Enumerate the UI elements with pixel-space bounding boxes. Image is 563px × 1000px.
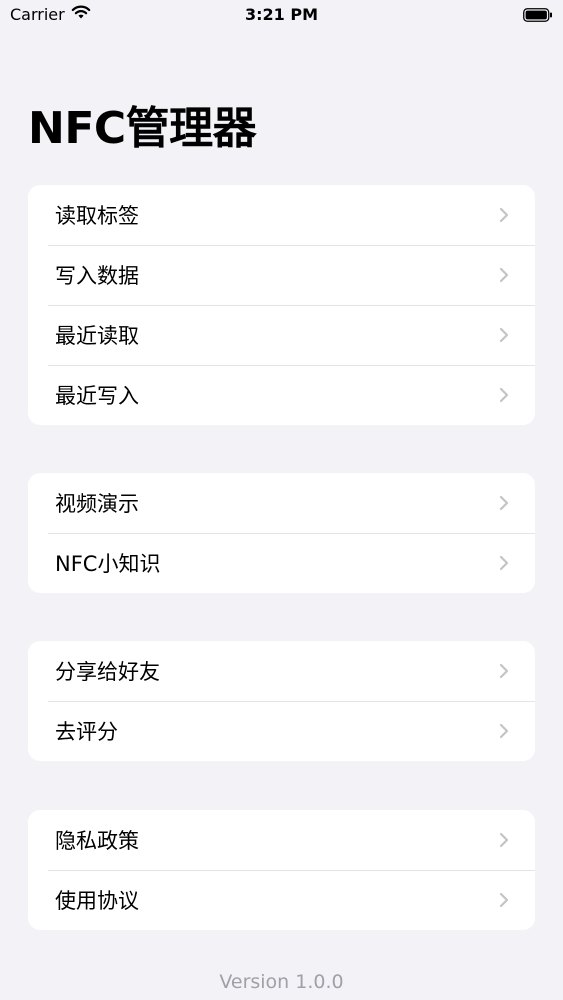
menu-item-recent-reads[interactable]: 最近读取 bbox=[28, 305, 535, 365]
version-label: Version 1.0.0 bbox=[219, 971, 344, 993]
chevron-right-icon bbox=[499, 723, 509, 739]
menu-item-label: 去评分 bbox=[55, 720, 118, 744]
menu-item-label: 分享给好友 bbox=[55, 660, 160, 684]
group-social: 分享给好友 去评分 bbox=[28, 641, 535, 761]
page-title: NFC管理器 bbox=[28, 103, 257, 154]
menu-item-write-data[interactable]: 写入数据 bbox=[28, 245, 535, 305]
chevron-right-icon bbox=[499, 207, 509, 223]
chevron-right-icon bbox=[499, 832, 509, 848]
menu-item-label: 使用协议 bbox=[55, 889, 139, 913]
group-legal: 隐私政策 使用协议 bbox=[28, 810, 535, 930]
chevron-right-icon bbox=[499, 892, 509, 908]
menu-item-label: 最近读取 bbox=[55, 324, 139, 348]
menu-item-terms-of-use[interactable]: 使用协议 bbox=[28, 870, 535, 930]
chevron-right-icon bbox=[499, 555, 509, 571]
chevron-right-icon bbox=[499, 267, 509, 283]
group-learn: 视频演示 NFC小知识 bbox=[28, 473, 535, 593]
chevron-right-icon bbox=[499, 327, 509, 343]
battery-icon bbox=[523, 7, 553, 22]
menu-item-video-demo[interactable]: 视频演示 bbox=[28, 473, 535, 533]
menu-item-share[interactable]: 分享给好友 bbox=[28, 641, 535, 701]
menu-item-read-tag[interactable]: 读取标签 bbox=[28, 185, 535, 245]
chevron-right-icon bbox=[499, 387, 509, 403]
menu-item-label: 读取标签 bbox=[55, 204, 139, 228]
menu-item-label: NFC小知识 bbox=[55, 552, 161, 576]
menu-item-rate[interactable]: 去评分 bbox=[28, 701, 535, 761]
menu-item-recent-writes[interactable]: 最近写入 bbox=[28, 365, 535, 425]
chevron-right-icon bbox=[499, 663, 509, 679]
chevron-right-icon bbox=[499, 495, 509, 511]
status-time: 3:21 PM bbox=[244, 5, 318, 24]
group-tag-actions: 读取标签 写入数据 最近读取 最近写入 bbox=[28, 185, 535, 425]
menu-item-label: 视频演示 bbox=[55, 492, 139, 516]
status-bar: Carrier 3:21 PM bbox=[0, 0, 563, 30]
menu-item-privacy-policy[interactable]: 隐私政策 bbox=[28, 810, 535, 870]
menu-item-label: 最近写入 bbox=[55, 384, 139, 408]
menu-item-nfc-tips[interactable]: NFC小知识 bbox=[28, 533, 535, 593]
menu-item-label: 隐私政策 bbox=[55, 829, 139, 853]
menu-item-label: 写入数据 bbox=[55, 264, 139, 288]
